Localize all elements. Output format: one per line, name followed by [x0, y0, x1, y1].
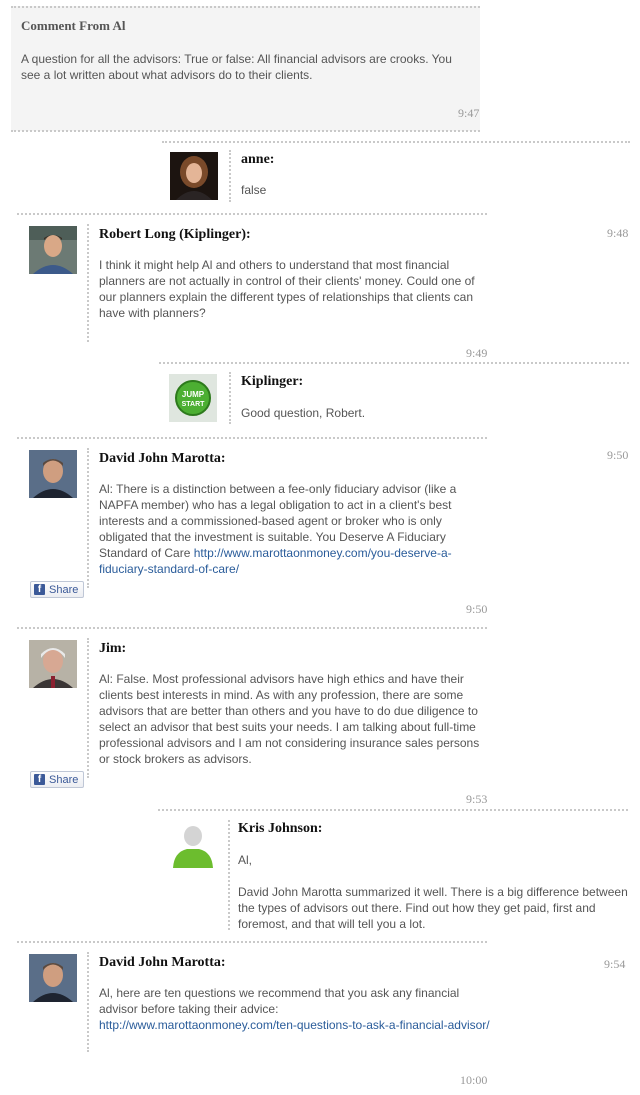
kris-greeting: Al,	[238, 853, 253, 867]
facebook-icon: f	[34, 584, 45, 595]
kris-text: David John Marotta summarized it well. T…	[238, 885, 628, 931]
anne-text: false	[241, 183, 267, 197]
david-avatar	[29, 450, 77, 498]
robert-time: 9:48	[607, 226, 629, 240]
divider	[159, 362, 629, 364]
facebook-icon: f	[34, 774, 45, 785]
share-button[interactable]: f Share	[30, 581, 85, 598]
al-comment-title: Comment From Al	[21, 18, 126, 33]
kiplinger-logo-top: JUMP	[182, 390, 205, 399]
kiplinger-text: Good question, Robert.	[241, 406, 366, 420]
kris-name: Kris Johnson:	[238, 821, 323, 836]
david1-time-bottom: 9:50	[466, 602, 488, 616]
anne-name: anne:	[241, 152, 275, 167]
kiplinger-logo-bottom: START	[182, 401, 206, 408]
al-comment-time: 9:47	[458, 106, 480, 120]
kiplinger-logo: JUMP START	[169, 374, 217, 422]
david-avatar	[29, 954, 77, 1002]
separator	[87, 638, 89, 778]
separator	[229, 372, 231, 424]
david1-name: David John Marotta:	[99, 451, 226, 466]
david2-time-bottom: 10:00	[460, 1073, 488, 1087]
robert-avatar	[29, 226, 77, 274]
divider	[17, 213, 487, 215]
separator	[87, 448, 89, 588]
david2-text-body: Al, here are ten questions we recommend …	[99, 986, 460, 1016]
separator	[229, 150, 231, 202]
jim-avatar	[29, 640, 77, 688]
divider	[17, 941, 487, 943]
david1-text: Al: There is a distinction between a fee…	[99, 481, 491, 577]
anne-avatar	[170, 152, 218, 200]
robert-time-bottom: 9:49	[466, 346, 488, 360]
robert-name: Robert Long (Kiplinger):	[99, 227, 251, 242]
robert-text: I think it might help Al and others to u…	[99, 258, 475, 320]
david2-link[interactable]: http://www.marottaonmoney.com/ten-questi…	[99, 1018, 490, 1032]
jim-text: Al: False. Most professional advisors ha…	[99, 672, 480, 766]
jim-name: Jim:	[99, 641, 127, 656]
share-label: Share	[49, 583, 79, 596]
al-comment-text: A question for all the advisors: True or…	[21, 52, 452, 82]
separator	[87, 224, 89, 342]
divider	[158, 809, 628, 811]
jim-time-bottom: 9:53	[466, 792, 488, 806]
divider	[17, 627, 487, 629]
david1-time: 9:50	[607, 448, 629, 462]
david2-text: Al, here are ten questions we recommend …	[99, 985, 491, 1033]
divider	[162, 141, 630, 143]
share-label: Share	[49, 773, 79, 786]
share-button[interactable]: f Share	[30, 771, 85, 788]
kiplinger-name: Kiplinger:	[241, 374, 304, 389]
default-user-icon	[169, 822, 217, 870]
divider	[17, 437, 487, 439]
david2-name: David John Marotta:	[99, 955, 226, 970]
divider	[11, 130, 480, 132]
separator	[87, 952, 89, 1052]
david2-time: 9:54	[604, 957, 626, 971]
separator	[228, 820, 230, 930]
